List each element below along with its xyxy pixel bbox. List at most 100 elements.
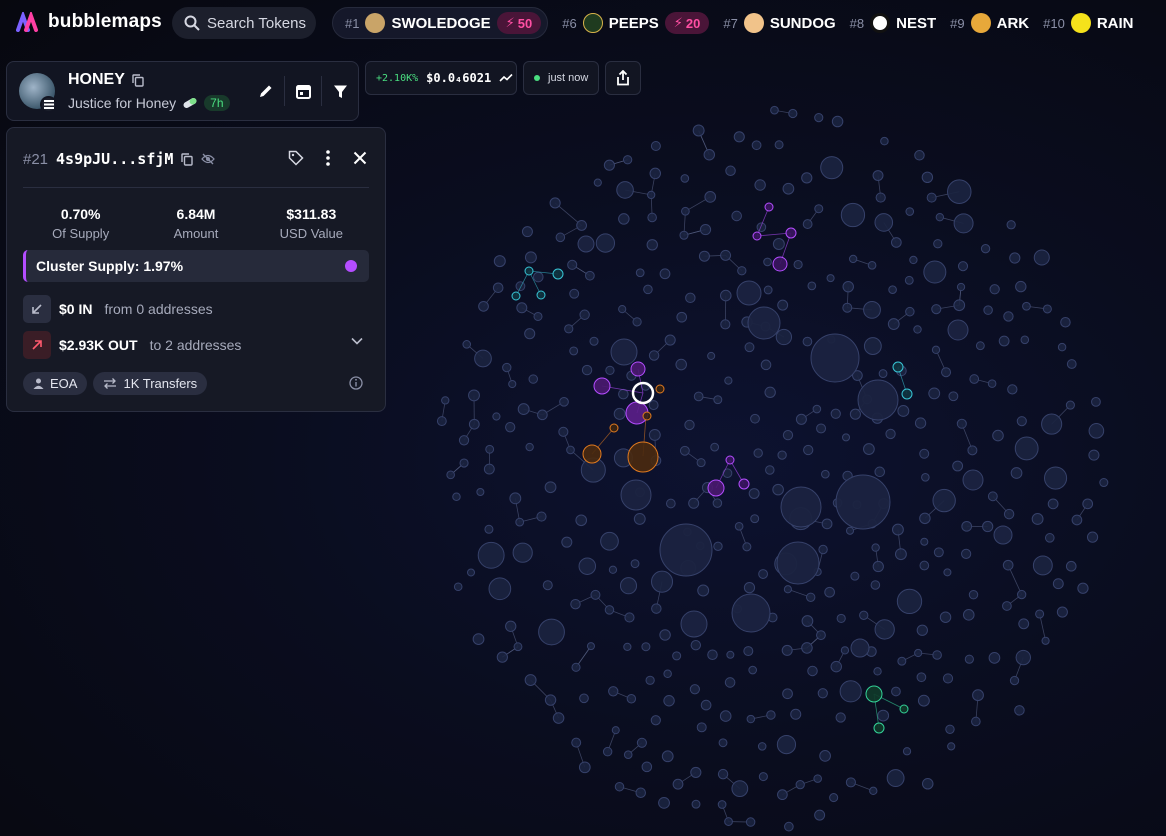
wallet-bubble[interactable] bbox=[604, 605, 615, 615]
wallet-bubble[interactable] bbox=[750, 514, 760, 524]
wallet-bubble[interactable] bbox=[720, 289, 732, 302]
wallet-bubble[interactable] bbox=[672, 651, 682, 661]
cluster-bubble[interactable] bbox=[901, 388, 913, 400]
wallet-bubble[interactable] bbox=[1088, 449, 1100, 461]
wallet-bubble[interactable] bbox=[623, 750, 633, 759]
wallet-bubble[interactable] bbox=[466, 568, 476, 577]
wallet-bubble[interactable] bbox=[1033, 249, 1050, 266]
wallet-bubble[interactable] bbox=[590, 589, 601, 600]
wallet-bubble[interactable] bbox=[983, 305, 993, 315]
wallet-bubble[interactable] bbox=[681, 206, 690, 216]
cluster-bubble[interactable] bbox=[582, 444, 602, 464]
wallet-bubble[interactable] bbox=[581, 364, 593, 376]
wallet-bubble[interactable] bbox=[485, 444, 495, 454]
large-wallet-bubble[interactable] bbox=[993, 525, 1013, 545]
wallet-bubble[interactable] bbox=[692, 124, 705, 137]
cluster-supply-row[interactable]: Cluster Supply: 1.97% bbox=[23, 250, 369, 282]
wallet-bubble[interactable] bbox=[887, 318, 900, 330]
large-wallet-bubble[interactable] bbox=[610, 338, 638, 366]
wallet-bubble[interactable] bbox=[781, 644, 793, 656]
wallet-bubble[interactable] bbox=[863, 300, 881, 319]
wallet-bubble[interactable] bbox=[939, 611, 952, 623]
wallet-bubble[interactable] bbox=[690, 766, 702, 778]
wallet-bubble[interactable] bbox=[784, 821, 794, 832]
wallet-bubble[interactable] bbox=[845, 777, 856, 788]
wallet-bubble[interactable] bbox=[807, 665, 818, 677]
wallet-bubble[interactable] bbox=[816, 630, 826, 641]
wallet-bubble[interactable] bbox=[914, 150, 925, 161]
wallet-bubble[interactable] bbox=[713, 541, 723, 552]
large-wallet-bubble[interactable] bbox=[731, 593, 771, 633]
wallet-bubble[interactable] bbox=[722, 468, 733, 479]
wallet-bubble[interactable] bbox=[724, 376, 733, 385]
wallet-bubble[interactable] bbox=[953, 213, 974, 234]
wallet-bubble[interactable] bbox=[1052, 578, 1064, 590]
wallet-bubble[interactable] bbox=[564, 324, 574, 334]
wallet-bubble[interactable] bbox=[646, 239, 658, 251]
wallet-bubble[interactable] bbox=[845, 526, 855, 535]
large-wallet-bubble[interactable] bbox=[810, 333, 860, 383]
wallet-bubble[interactable] bbox=[517, 403, 530, 416]
wallet-bubble[interactable] bbox=[931, 345, 941, 355]
cluster-bubble[interactable] bbox=[899, 704, 909, 714]
wallet-bubble[interactable] bbox=[569, 346, 579, 356]
wallet-bubble[interactable] bbox=[964, 654, 974, 664]
large-wallet-bubble[interactable] bbox=[857, 379, 899, 421]
wallet-bubble[interactable] bbox=[502, 362, 512, 373]
wallet-bubble[interactable] bbox=[748, 488, 760, 499]
wallet-bubble[interactable] bbox=[763, 257, 772, 267]
wallet-bubble[interactable] bbox=[648, 350, 660, 361]
wallet-bubble[interactable] bbox=[624, 612, 635, 623]
large-wallet-bubble[interactable] bbox=[850, 638, 870, 658]
wallet-bubble[interactable] bbox=[814, 809, 826, 821]
wallet-bubble[interactable] bbox=[863, 443, 875, 455]
wallet-bubble[interactable] bbox=[462, 340, 472, 349]
wallet-bubble[interactable] bbox=[544, 481, 557, 494]
wallet-bubble[interactable] bbox=[919, 560, 930, 571]
wallet-bubble[interactable] bbox=[743, 581, 756, 594]
wallet-bubble[interactable] bbox=[1014, 436, 1039, 461]
wallet-bubble[interactable] bbox=[1099, 478, 1109, 488]
wallet-bubble[interactable] bbox=[436, 416, 447, 427]
wallet-bubble[interactable] bbox=[917, 694, 930, 707]
wallet-bubble[interactable] bbox=[616, 181, 634, 199]
wallet-bubble[interactable] bbox=[777, 299, 789, 311]
edit-button[interactable] bbox=[248, 73, 284, 109]
wallet-bubble[interactable] bbox=[538, 618, 565, 646]
wallet-bubble[interactable] bbox=[775, 328, 793, 346]
wallet-bubble[interactable] bbox=[790, 708, 802, 720]
wallet-bubble[interactable] bbox=[801, 172, 813, 184]
bubble-map[interactable] bbox=[0, 0, 1166, 836]
wallet-bubble[interactable] bbox=[849, 408, 861, 420]
wallet-bubble[interactable] bbox=[713, 395, 723, 405]
wallet-bubble[interactable] bbox=[635, 787, 646, 799]
wallet-bubble[interactable] bbox=[928, 387, 941, 400]
wallet-bubble[interactable] bbox=[969, 374, 980, 384]
cluster-bubble[interactable] bbox=[725, 455, 735, 465]
wallet-bubble[interactable] bbox=[933, 547, 944, 558]
wallet-bubble[interactable] bbox=[643, 284, 653, 295]
outflow-row[interactable]: $2.93K OUT to 2 addresses bbox=[23, 331, 369, 359]
wallet-bubble[interactable] bbox=[885, 428, 896, 440]
wallet-bubble[interactable] bbox=[492, 412, 501, 421]
wallet-bubble[interactable] bbox=[1091, 396, 1101, 407]
wallet-bubble[interactable] bbox=[589, 336, 599, 346]
price-pill[interactable]: +2.10K% $0.0₄6021 bbox=[365, 61, 517, 95]
wallet-bubble[interactable] bbox=[509, 492, 522, 505]
wallet-bubble[interactable] bbox=[691, 799, 701, 809]
wallet-bubble[interactable] bbox=[753, 448, 763, 458]
wallet-bubble[interactable] bbox=[648, 428, 661, 441]
wallet-bubble[interactable] bbox=[632, 317, 642, 327]
wallet-bubble[interactable] bbox=[923, 260, 947, 284]
wallet-bubble[interactable] bbox=[947, 179, 972, 204]
wallet-bubble[interactable] bbox=[684, 419, 695, 431]
wallet-bubble[interactable] bbox=[765, 465, 775, 475]
trending-item[interactable]: #9 ARK bbox=[950, 13, 1029, 33]
wallet-bubble[interactable] bbox=[726, 650, 735, 659]
wallet-bubble[interactable] bbox=[537, 409, 548, 421]
wallet-bubble[interactable] bbox=[446, 470, 455, 480]
wallet-bubble[interactable] bbox=[836, 613, 846, 624]
wallet-bubble[interactable] bbox=[821, 518, 833, 530]
wallet-bubble[interactable] bbox=[650, 141, 661, 151]
wallet-bubble[interactable] bbox=[1006, 220, 1016, 230]
